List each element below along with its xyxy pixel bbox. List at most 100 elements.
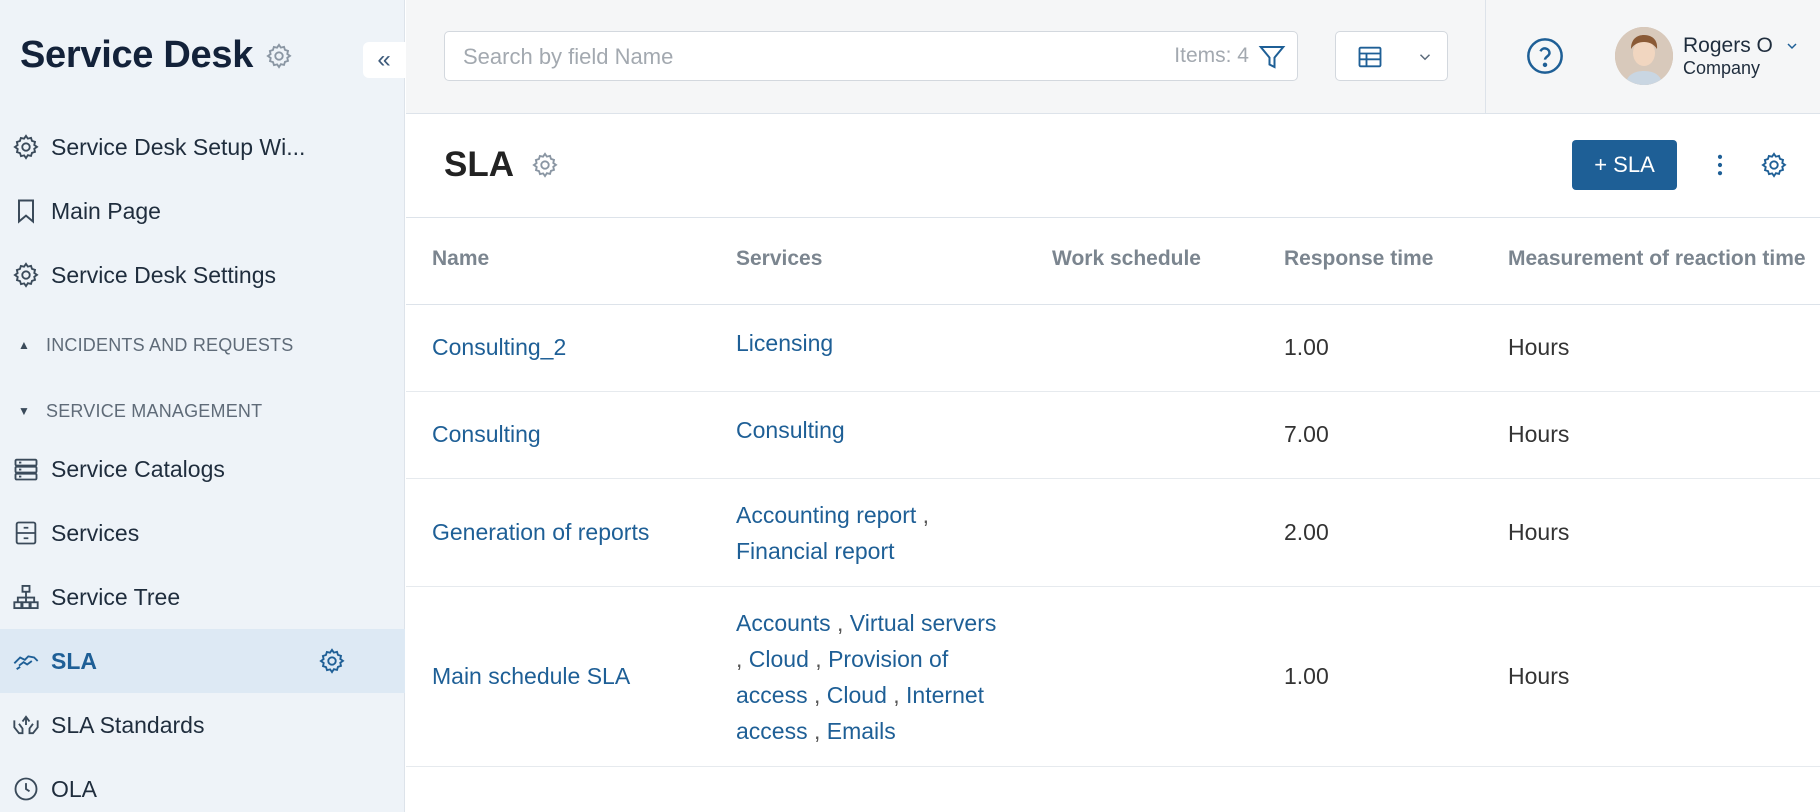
double-chevron-left-icon: « — [377, 46, 391, 73]
column-header-measurement[interactable]: Measurement of reaction time — [1508, 247, 1806, 271]
sla-name-link[interactable]: Generation of reports — [432, 519, 649, 546]
measurement-cell: Hours — [1508, 519, 1570, 545]
filter-icon[interactable] — [1257, 42, 1287, 72]
items-count: Items: 4 — [1174, 44, 1249, 67]
response-time-cell: 1.00 — [1284, 334, 1329, 360]
catalog-icon — [14, 458, 38, 481]
sidebar-item-setup-wizard[interactable]: Service Desk Setup Wi... — [0, 115, 405, 179]
separator: , — [830, 610, 850, 636]
triangle-up-icon: ▲ — [18, 338, 30, 352]
table-header: Name Services Work schedule Response tim… — [406, 218, 1820, 305]
section-label: INCIDENTS AND REQUESTS — [46, 334, 294, 355]
collapse-sidebar-button[interactable]: « — [363, 42, 405, 78]
sidebar-item-label: Service Tree — [51, 583, 181, 610]
sidebar-item-service-tree[interactable]: Service Tree — [0, 565, 405, 629]
sidebar-item-main-page[interactable]: Main Page — [0, 179, 405, 243]
table-row[interactable]: Generation of reports Accounting report … — [406, 479, 1820, 587]
sidebar-item-sla[interactable]: SLA — [0, 629, 405, 693]
measurement-cell: Hours — [1508, 421, 1570, 447]
gear-icon[interactable] — [318, 647, 346, 675]
sla-name-link[interactable]: Consulting_2 — [432, 334, 566, 361]
top-bar: Items: 4 Rogers O Company — [406, 0, 1820, 114]
separator: , — [808, 646, 829, 672]
column-header-response-time[interactable]: Response time — [1284, 247, 1433, 271]
search-input[interactable] — [463, 42, 1063, 72]
service-link[interactable]: Cloud — [827, 682, 887, 708]
table-row[interactable]: Consulting Consulting 7.00 Hours — [406, 392, 1820, 479]
app-title: Service Desk — [20, 34, 254, 76]
sidebar-item-services[interactable]: Services — [0, 501, 405, 565]
separator: , — [807, 718, 827, 744]
response-time-cell: 7.00 — [1284, 421, 1329, 447]
user-name[interactable]: Rogers O — [1683, 34, 1773, 58]
divider — [1485, 0, 1486, 114]
help-icon[interactable] — [1525, 36, 1565, 76]
response-time-cell: 1.00 — [1284, 663, 1329, 689]
column-header-name[interactable]: Name — [432, 247, 489, 271]
bookmark-icon — [18, 199, 34, 224]
sidebar-item-sla-standards[interactable]: SLA Standards — [0, 693, 405, 757]
sidebar-item-label: Service Desk Setup Wi... — [51, 133, 306, 160]
more-options-icon[interactable] — [1706, 151, 1734, 179]
measurement-cell: Hours — [1508, 663, 1570, 689]
table-icon — [1358, 46, 1382, 68]
gear-icon[interactable] — [265, 42, 293, 70]
view-mode-dropdown[interactable] — [1335, 31, 1448, 81]
separator: , — [886, 682, 907, 708]
section-label: SERVICE MANAGEMENT — [46, 400, 263, 421]
separator: , — [916, 502, 930, 528]
sidebar-item-label: SLA Standards — [51, 711, 205, 738]
table-row[interactable]: Main schedule SLA Accounts , Virtual ser… — [406, 587, 1820, 767]
triangle-down-icon: ▼ — [18, 404, 30, 418]
sidebar-item-label: Services — [51, 519, 140, 546]
archive-icon — [15, 521, 37, 545]
separator: , — [736, 646, 749, 672]
user-company: Company — [1683, 58, 1761, 78]
avatar[interactable] — [1615, 27, 1673, 85]
separator: , — [807, 682, 827, 708]
sidebar-item-service-catalogs[interactable]: Service Catalogs — [0, 437, 405, 501]
handshake-icon — [13, 655, 39, 670]
gear-icon — [13, 134, 39, 160]
sla-name-link[interactable]: Consulting — [432, 421, 541, 448]
chevron-down-icon — [1419, 54, 1431, 61]
chevron-down-icon[interactable] — [1784, 38, 1800, 54]
sidebar-item-label: Service Desk Settings — [51, 261, 276, 288]
sidebar-item-label: OLA — [51, 775, 98, 802]
gear-icon[interactable] — [531, 151, 559, 179]
services-cell: Accounts , Virtual servers , Cloud , Pro… — [736, 605, 1006, 749]
measurement-cell: Hours — [1508, 334, 1570, 360]
add-sla-button[interactable]: + SLA — [1572, 140, 1677, 190]
service-link[interactable]: Consulting — [736, 417, 845, 443]
services-cell: Accounting report , Financial report — [736, 497, 1006, 569]
service-link[interactable]: Cloud — [749, 646, 809, 672]
service-link[interactable]: Virtual servers — [850, 610, 997, 636]
sidebar-item-ola[interactable]: OLA — [0, 757, 405, 812]
sidebar-section-service-management[interactable]: ▼ SERVICE MANAGEMENT — [0, 391, 405, 431]
sidebar-item-settings[interactable]: Service Desk Settings — [0, 243, 405, 307]
gear-icon[interactable] — [1760, 151, 1788, 179]
page-title: SLA — [444, 145, 514, 184]
gear-icon — [13, 262, 39, 288]
service-link[interactable]: Emails — [827, 718, 896, 744]
services-cell: Consulting — [736, 412, 1006, 448]
hands-icon — [13, 715, 39, 735]
avatar-photo-icon — [1615, 27, 1673, 85]
service-link[interactable]: Accounts — [736, 610, 831, 636]
column-header-services[interactable]: Services — [736, 247, 822, 271]
sidebar-item-label: Main Page — [51, 197, 161, 224]
page-header: SLA + SLA — [406, 115, 1820, 218]
service-link[interactable]: Financial report — [736, 538, 895, 564]
tree-icon — [13, 584, 39, 610]
search-box: Items: 4 — [444, 31, 1298, 81]
sidebar-section-incidents[interactable]: ▲ INCIDENTS AND REQUESTS — [0, 325, 405, 365]
column-header-work-schedule[interactable]: Work schedule — [1052, 247, 1201, 271]
services-cell: Licensing — [736, 325, 1006, 361]
service-link[interactable]: Licensing — [736, 330, 833, 356]
response-time-cell: 2.00 — [1284, 519, 1329, 545]
sla-name-link[interactable]: Main schedule SLA — [432, 663, 630, 690]
service-link[interactable]: Accounting report — [736, 502, 916, 528]
table-row[interactable]: Consulting_2 Licensing 1.00 Hours — [406, 305, 1820, 392]
clock-icon — [14, 777, 38, 801]
sidebar-item-label: SLA — [51, 647, 97, 674]
